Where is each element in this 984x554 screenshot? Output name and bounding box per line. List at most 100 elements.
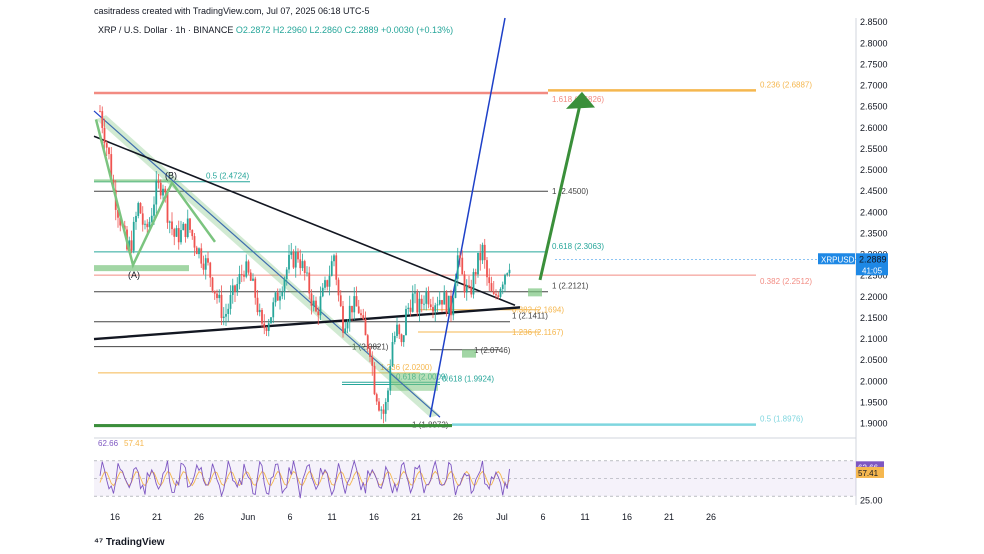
candle-body (326, 280, 329, 287)
candle-body (207, 258, 209, 263)
candle-body (506, 273, 509, 275)
x-tick-label: 26 (453, 512, 463, 522)
x-tick-label: 16 (369, 512, 379, 522)
candle-body (225, 313, 227, 317)
candle-body (481, 244, 484, 261)
candle-body (193, 236, 196, 248)
x-tick-label: 26 (706, 512, 716, 522)
candle-body (508, 269, 511, 274)
candle-body (189, 218, 191, 230)
candle-body (274, 292, 277, 303)
candle-body (310, 293, 313, 306)
candle-body (418, 298, 421, 313)
candle-body (450, 295, 452, 316)
candle-body (409, 307, 412, 312)
fib-level-label: 0.5 (1.8976) (760, 415, 803, 424)
wave-a-zone (94, 265, 189, 272)
y-tick-label: 1.9500 (860, 397, 888, 407)
candle-body (229, 294, 232, 309)
candle-body (441, 300, 443, 305)
candle-body (353, 296, 356, 313)
candle-body (348, 305, 351, 323)
fib-level-label: 1 (2.0746) (474, 346, 511, 355)
candle-body (362, 315, 365, 320)
candle-body (238, 274, 241, 285)
candle-body (373, 365, 376, 395)
candle-body (222, 316, 225, 319)
candle-body (270, 317, 272, 324)
candle-body (391, 342, 394, 366)
candle-body (290, 251, 293, 255)
candle-body (328, 275, 331, 287)
x-tick-label: Jun (241, 512, 256, 522)
candle-body (396, 324, 398, 336)
candle-body (474, 272, 477, 275)
candle-body (337, 279, 340, 296)
candle-body (486, 260, 488, 278)
wave-label-b: (B) (165, 171, 177, 181)
x-tick-label: Jul (496, 512, 508, 522)
rsi-value-label: 62.66 (98, 439, 119, 448)
candle-body (288, 254, 290, 270)
candle-body (263, 323, 266, 329)
x-tick-label: 6 (287, 512, 292, 522)
candle-body (234, 285, 236, 292)
candle-body (360, 313, 362, 316)
last-price-value: 2.2889 (859, 254, 887, 264)
chart-canvas: 2.8500 2.8000 2.7500 2.7000 2.6500 2.6000 2.55… (93, 17, 888, 522)
candle-body (180, 230, 182, 243)
candle-body (375, 394, 378, 402)
candle-body (164, 188, 167, 193)
candle-body (393, 335, 396, 343)
candle-body (146, 223, 149, 228)
candle-body (294, 251, 297, 268)
tradingview-label: TradingView (105, 537, 165, 548)
candle-body (443, 292, 446, 305)
candle-body (407, 307, 410, 309)
candle-body (459, 255, 461, 258)
candle-body (108, 147, 110, 155)
candle-body (218, 294, 221, 299)
candle-body (423, 303, 425, 305)
candle-body (254, 278, 257, 298)
candle-body (132, 221, 135, 251)
candle-body (414, 292, 416, 294)
candle-body (99, 110, 101, 112)
candle-body (272, 302, 275, 318)
candle-body (465, 285, 468, 293)
candle-body (483, 244, 486, 261)
candle-body (258, 309, 261, 313)
candle-body (173, 229, 176, 237)
candle-body (101, 111, 104, 128)
candle-body (306, 272, 308, 274)
candle-body (198, 248, 200, 255)
candle-body (398, 324, 401, 335)
candle-body (454, 278, 457, 298)
candle-body (371, 356, 374, 366)
symbol-header: XRP / U.S. Dollar · 1h · BINANCE O2.2872… (98, 25, 453, 35)
fib-level-label: 0.236 (2.6887) (760, 80, 812, 89)
x-tick-label: 26 (194, 512, 204, 522)
candle-body (495, 293, 497, 296)
candle-body (155, 180, 158, 205)
tradingview-brand[interactable]: ⁴⁷ TradingView (94, 537, 165, 548)
candle-body (339, 295, 342, 307)
candle-body (261, 309, 263, 324)
x-tick-label: 21 (152, 512, 162, 522)
candle-body (315, 300, 317, 312)
y-tick-label: 2.3500 (860, 228, 888, 238)
candle-body (477, 252, 479, 275)
y-tick-label: 2.1500 (860, 313, 888, 323)
y-tick-label: 2.5000 (860, 165, 888, 175)
candle-body (281, 291, 284, 297)
candle-body (171, 221, 173, 230)
candle-body (488, 277, 491, 284)
candle-body (400, 334, 403, 343)
symbol-name[interactable]: XRP / U.S. Dollar · 1h · BINANCE (98, 25, 233, 35)
candle-body (231, 285, 234, 295)
candle-body (308, 272, 311, 294)
fib-level-label: 1 (2.2121) (552, 282, 589, 291)
candle-body (456, 255, 459, 279)
candle-body (344, 328, 347, 333)
y-tick-label: 2.0000 (860, 376, 888, 386)
